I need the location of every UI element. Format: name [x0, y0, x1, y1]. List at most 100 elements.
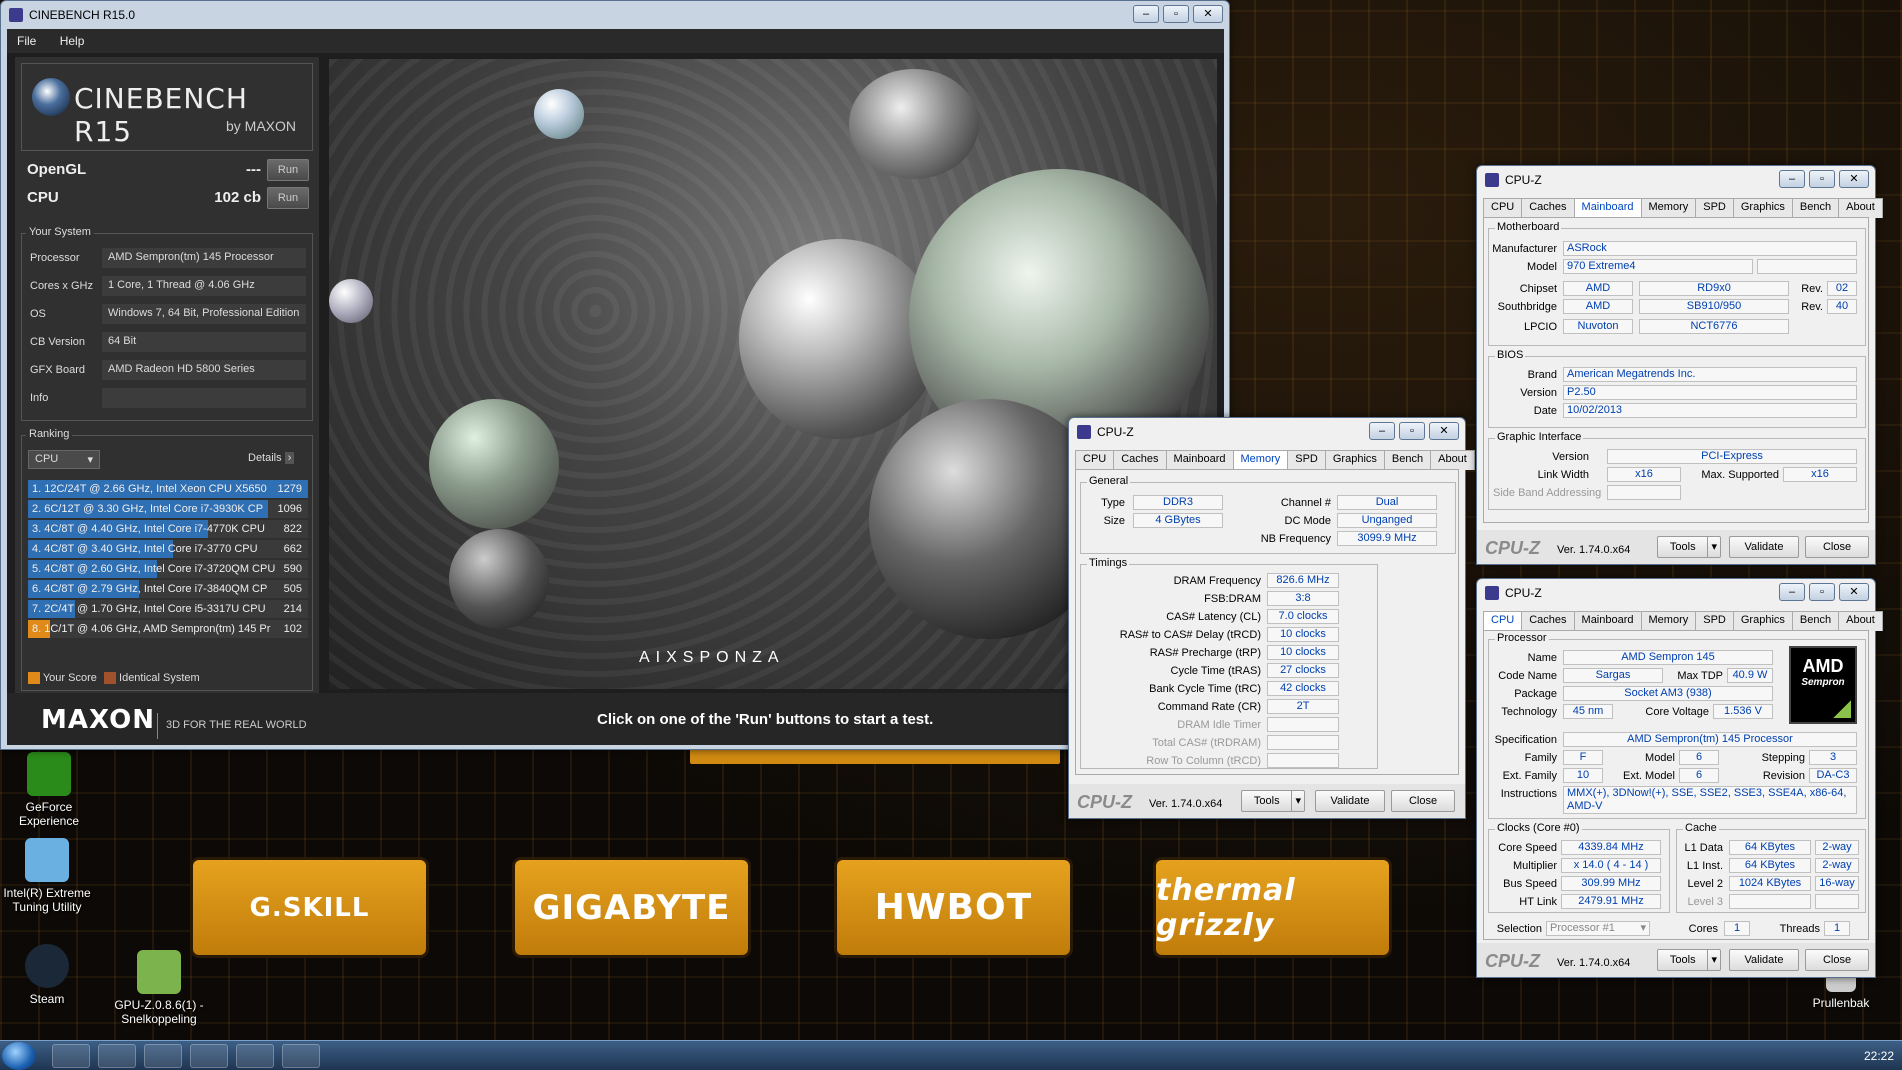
- close-button[interactable]: Close: [1805, 536, 1869, 558]
- start-button[interactable]: [2, 1042, 36, 1070]
- render-sphere: [849, 69, 979, 179]
- multiplier: x 14.0 ( 4 - 14 ): [1561, 858, 1661, 873]
- cinebench-titlebar[interactable]: CINEBENCH R15.0: [1, 1, 1229, 29]
- specification: AMD Sempron(tm) 145 Processor: [1563, 732, 1857, 747]
- level-3-ways: [1815, 894, 1859, 909]
- minimize-button[interactable]: ‒: [1133, 5, 1159, 23]
- max-tdp: 40.9 W: [1727, 668, 1773, 683]
- maximize-button[interactable]: ▫: [1809, 170, 1835, 188]
- chevron-right-icon: ›: [284, 452, 295, 464]
- taskbar-gpuz-icon[interactable]: [190, 1044, 228, 1068]
- tab-cpu[interactable]: CPU: [1483, 198, 1523, 218]
- minimize-button[interactable]: ‒: [1369, 422, 1395, 440]
- ranking-row[interactable]: 3. 4C/8T @ 4.40 GHz, Intel Core i7-4770K…: [28, 520, 308, 538]
- tab-mainboard[interactable]: Mainboard: [1573, 611, 1642, 631]
- cpu-label: CPU: [27, 189, 59, 206]
- ranking-row[interactable]: 4. 4C/8T @ 3.40 GHz, Intel Core i7-3770 …: [28, 540, 308, 558]
- tab-spd[interactable]: SPD: [1695, 611, 1734, 631]
- ranking-row[interactable]: 8. 1C/1T @ 4.06 GHz, AMD Sempron(tm) 145…: [28, 620, 308, 638]
- validate-button[interactable]: Validate: [1729, 536, 1799, 558]
- tools-button[interactable]: Tools ▾: [1241, 790, 1305, 812]
- system-row: Cores x GHz 1 Core, 1 Thread @ 4.06 GHz: [28, 276, 306, 296]
- tab-caches[interactable]: Caches: [1113, 450, 1167, 470]
- desktop-icon-xtu[interactable]: Intel(R) Extreme Tuning Utility: [0, 838, 102, 914]
- taskbar-paint-icon[interactable]: [144, 1044, 182, 1068]
- menu-help[interactable]: Help: [60, 34, 85, 48]
- tab-mainboard[interactable]: Mainboard: [1165, 450, 1234, 470]
- taskbar-firefox-icon[interactable]: [98, 1044, 136, 1068]
- desktop-icon-geforce[interactable]: GeForce Experience: [0, 752, 104, 828]
- chipset-model: RD9x0: [1639, 281, 1789, 296]
- tools-button[interactable]: Tools ▾: [1657, 949, 1721, 971]
- tab-memory[interactable]: Memory: [1640, 198, 1697, 218]
- details-button[interactable]: Details ›: [248, 452, 295, 464]
- cpu-run-button[interactable]: Run: [267, 187, 309, 209]
- tab-spd[interactable]: SPD: [1695, 198, 1734, 218]
- tab-spd[interactable]: SPD: [1287, 450, 1326, 470]
- tab-about[interactable]: About: [1838, 611, 1883, 631]
- ranking-title: Ranking: [26, 428, 73, 440]
- taskbar-explorer-icon[interactable]: [52, 1044, 90, 1068]
- ranking-row[interactable]: 1. 12C/24T @ 2.66 GHz, Intel Xeon CPU X5…: [28, 480, 308, 498]
- tab-graphics[interactable]: Graphics: [1324, 450, 1385, 470]
- validate-button[interactable]: Validate: [1729, 949, 1799, 971]
- maximize-button[interactable]: ▫: [1163, 5, 1189, 23]
- taskbar-cpuz-icon[interactable]: [236, 1044, 274, 1068]
- ranking-row[interactable]: 2. 6C/12T @ 3.30 GHz, Intel Core i7-3930…: [28, 500, 308, 518]
- close-button[interactable]: ✕: [1839, 583, 1869, 601]
- taskbar-cinebench-icon[interactable]: [282, 1044, 320, 1068]
- dc-mode: Unganged: [1337, 513, 1437, 528]
- minimize-button[interactable]: ‒: [1779, 170, 1805, 188]
- opengl-run-button[interactable]: Run: [267, 159, 309, 181]
- maxon-tagline: 3D FOR THE REAL WORLD: [157, 713, 307, 739]
- processor-selection[interactable]: Processor #1 ▾: [1546, 921, 1650, 936]
- close-button[interactable]: ✕: [1839, 170, 1869, 188]
- tab-cpu[interactable]: CPU: [1483, 611, 1523, 631]
- tab-graphics[interactable]: Graphics: [1732, 611, 1793, 631]
- tab-memory[interactable]: Memory: [1640, 611, 1697, 631]
- timing-value: 2T: [1267, 699, 1339, 714]
- ranking-row[interactable]: 5. 4C/8T @ 2.60 GHz, Intel Core i7-3720Q…: [28, 560, 308, 578]
- system-tray-clock[interactable]: 22:22: [1864, 1049, 1894, 1063]
- maximize-button[interactable]: ▫: [1809, 583, 1835, 601]
- ranking-score: 590: [283, 563, 302, 575]
- tab-memory[interactable]: Memory: [1232, 450, 1289, 470]
- tools-button[interactable]: Tools ▾: [1657, 536, 1721, 558]
- ranking-row[interactable]: 6. 4C/8T @ 2.79 GHz, Intel Core i7-3840Q…: [28, 580, 308, 598]
- tab-about[interactable]: About: [1838, 198, 1883, 218]
- tab-caches[interactable]: Caches: [1521, 611, 1575, 631]
- tab-mainboard[interactable]: Mainboard: [1573, 198, 1642, 218]
- close-button[interactable]: ✕: [1429, 422, 1459, 440]
- bus-speed: 309.99 MHz: [1561, 876, 1661, 891]
- timing-value: 826.6 MHz: [1267, 573, 1339, 588]
- tab-caches[interactable]: Caches: [1521, 198, 1575, 218]
- ranking-select[interactable]: CPU ▾: [28, 450, 100, 469]
- tab-about[interactable]: About: [1430, 450, 1475, 470]
- ranking-row[interactable]: 7. 2C/4T @ 1.70 GHz, Intel Core i5-3317U…: [28, 600, 308, 618]
- close-button[interactable]: Close: [1391, 790, 1455, 812]
- tab-bench[interactable]: Bench: [1791, 198, 1840, 218]
- minimize-button[interactable]: ‒: [1779, 583, 1805, 601]
- menu-file[interactable]: File: [17, 34, 36, 48]
- cpuz-app-icon: [1485, 173, 1499, 187]
- tab-bench[interactable]: Bench: [1383, 450, 1432, 470]
- desktop-icon-steam[interactable]: Steam: [0, 944, 102, 1006]
- timing-label: Cycle Time (tRAS): [1170, 665, 1261, 677]
- close-button[interactable]: Close: [1805, 949, 1869, 971]
- motherboard-group: Motherboard Manufacturer ASRock Model 97…: [1488, 221, 1866, 346]
- cpuz-app-icon: [1485, 586, 1499, 600]
- tab-graphics[interactable]: Graphics: [1732, 198, 1793, 218]
- validate-button[interactable]: Validate: [1315, 790, 1385, 812]
- timing-value: 10 clocks: [1267, 627, 1339, 642]
- close-button[interactable]: ✕: [1193, 5, 1223, 23]
- tab-bench[interactable]: Bench: [1791, 611, 1840, 631]
- desktop-icon-gpuz[interactable]: GPU-Z.0.8.6(1) - Snelkoppeling: [104, 950, 214, 1026]
- system-row-info[interactable]: Info: [28, 388, 306, 408]
- logo-subtitle: by MAXON: [225, 118, 296, 134]
- tab-cpu[interactable]: CPU: [1075, 450, 1115, 470]
- timing-value: 27 clocks: [1267, 663, 1339, 678]
- family: F: [1563, 750, 1603, 765]
- ranking-label: 7. 2C/4T @ 1.70 GHz, Intel Core i5-3317U…: [32, 603, 266, 615]
- maximize-button[interactable]: ▫: [1399, 422, 1425, 440]
- cpuz-footer: CPU-Z Ver. 1.74.0.x64 Tools ▾ Validate C…: [1477, 530, 1875, 564]
